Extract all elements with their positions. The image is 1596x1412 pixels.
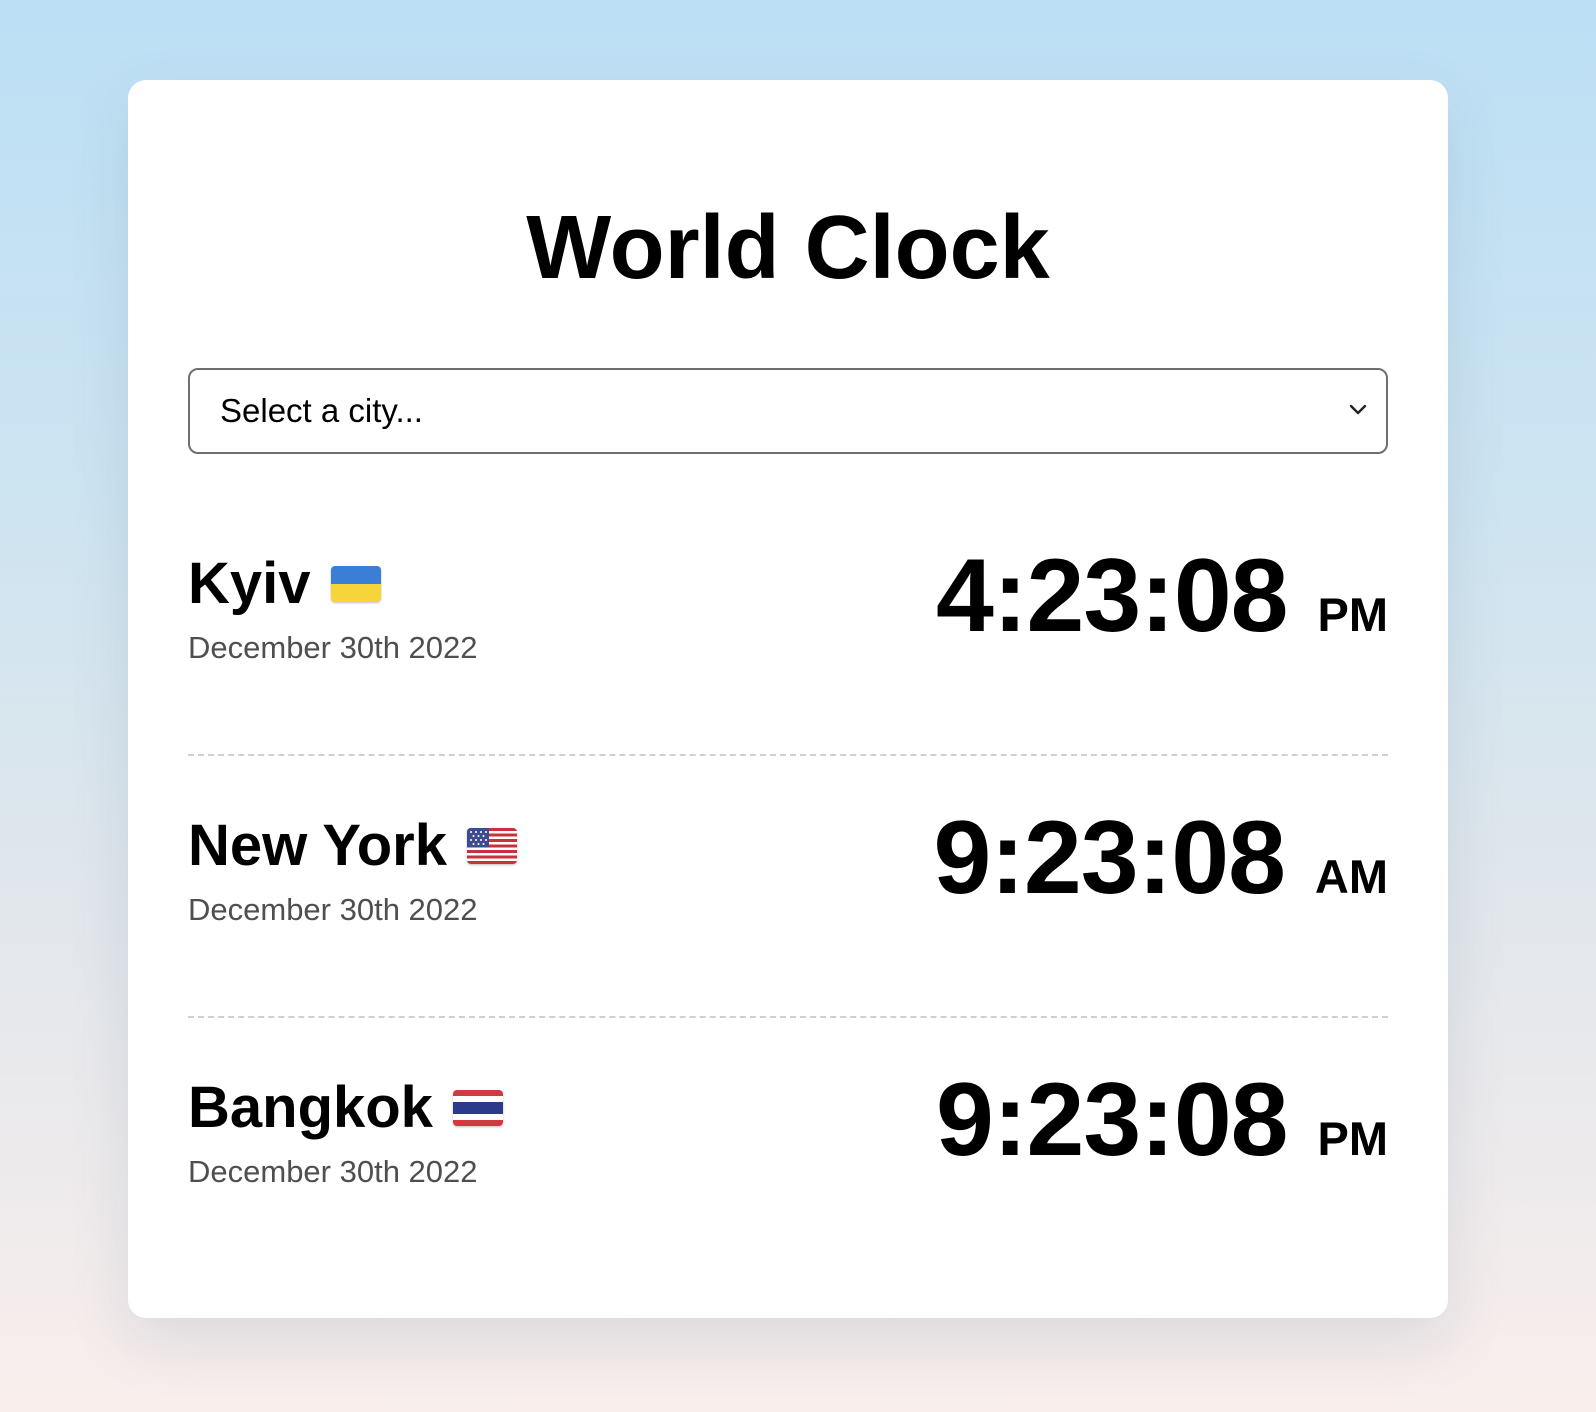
city-time: 9:23:08 [936,1062,1288,1178]
city-date: December 30th 2022 [188,630,478,665]
city-clock: 9:23:08 PM [936,1062,1389,1178]
city-select[interactable]: Select a city... [188,368,1388,454]
flag-ukraine-icon [330,566,381,602]
city-list: Kyiv December 30th 2022 4:23:08 PM New Y… [188,494,1388,1280]
city-date: December 30th 2022 [188,1154,478,1189]
city-ampm: PM [1317,1112,1389,1165]
city-time: 9:23:08 [933,800,1285,916]
city-row-kyiv: Kyiv December 30th 2022 4:23:08 PM [188,494,1388,756]
city-info: Bangkok December 30th 2022 [188,1078,503,1192]
city-ampm: PM [1317,588,1389,641]
city-ampm: AM [1314,850,1388,903]
city-name: New York [188,813,447,878]
city-row-bangkok: Bangkok December 30th 2022 9:23:08 PM [188,1018,1388,1280]
city-select-value: Select a city... [220,392,423,429]
flag-usa-icon [466,828,517,864]
city-row-new-york: New York December 30th 2022 9:23:08 AM [188,756,1388,1018]
world-clock-card: World Clock Select a city... Kyiv Decemb… [128,80,1448,1318]
city-date: December 30th 2022 [188,892,478,927]
flag-thailand-icon [452,1090,503,1126]
city-info: New York December 30th 2022 [188,816,517,930]
city-time: 4:23:08 [936,538,1288,654]
city-name: Bangkok [188,1075,433,1140]
city-clock: 9:23:08 AM [933,800,1388,916]
city-info: Kyiv December 30th 2022 [188,554,478,668]
page-title: World Clock [526,198,1050,298]
city-clock: 4:23:08 PM [936,538,1389,654]
city-name: Kyiv [188,551,311,616]
chevron-down-icon [1349,404,1367,415]
